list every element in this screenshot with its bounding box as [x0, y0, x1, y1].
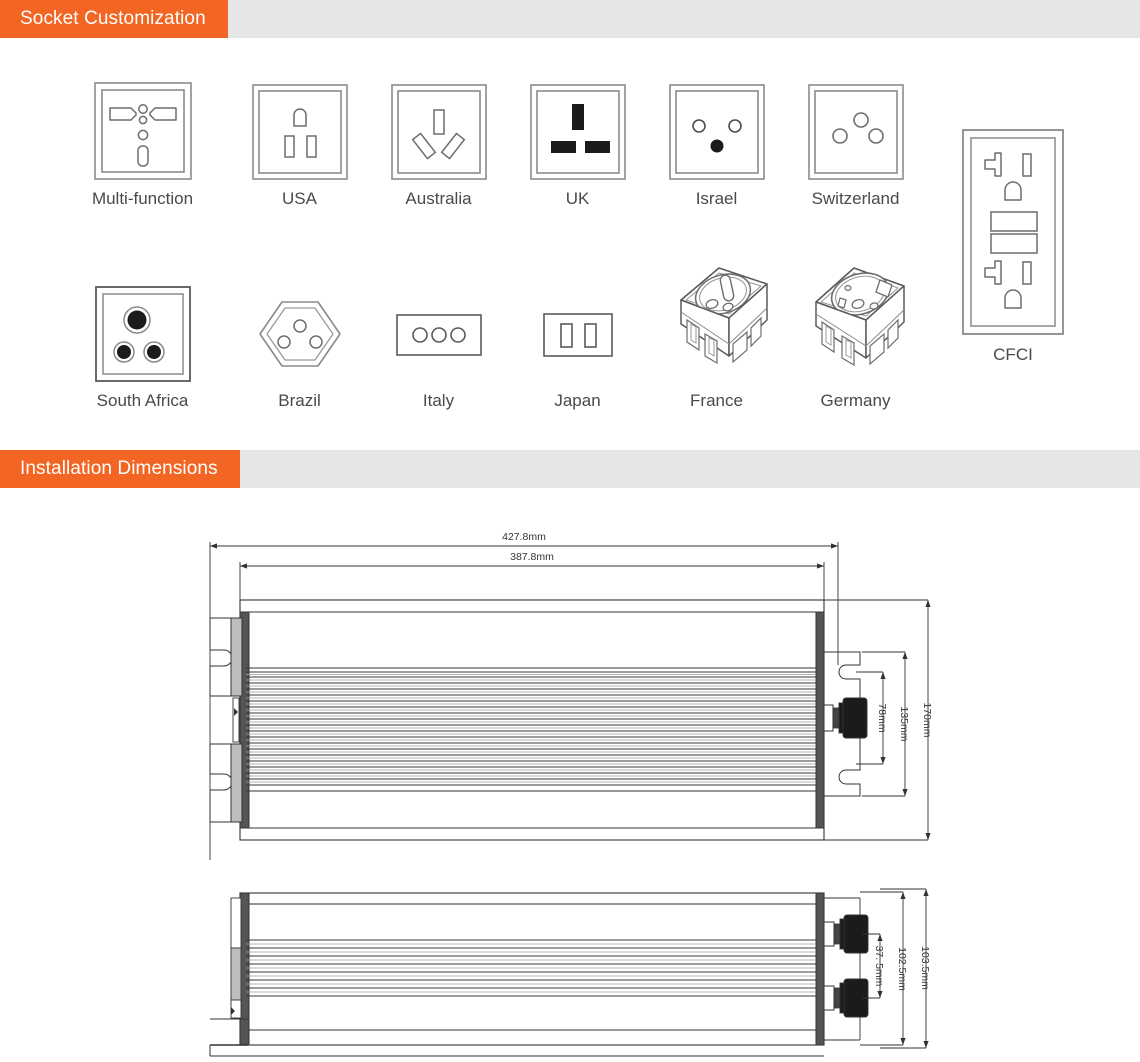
socket-germany-icon	[794, 262, 918, 382]
section-title-socket-customization: Socket Customization	[0, 0, 228, 38]
socket-australia-icon	[390, 84, 487, 180]
socket-item-cfci[interactable]: CFCI	[948, 128, 1078, 365]
socket-label: UK	[565, 189, 590, 208]
socket-row-1: Multi-function USA Australia UK Israel S…	[55, 82, 935, 209]
socket-south-africa-icon	[94, 286, 191, 382]
dim-label-bracket-height: 135mm	[898, 706, 910, 741]
dim-label-terminal-spacing-top: 78mm	[876, 703, 888, 732]
socket-label: Brazil	[278, 391, 321, 410]
dim-label-overall-depth: 103.5mm	[919, 946, 931, 990]
socket-item-australia[interactable]: Australia	[369, 84, 508, 209]
installation-dimension-drawing: 427.8mm 387.8mm 78mm 135mm 170mm 37. 5mm…	[0, 500, 1140, 1062]
socket-label: USA	[282, 189, 317, 208]
socket-item-switzerland[interactable]: Switzerland	[786, 84, 925, 209]
section-title-installation-dimensions: Installation Dimensions	[0, 450, 240, 488]
section-header-socket-customization: Socket Customization	[0, 0, 1140, 38]
dim-label-body-length: 387.8mm	[510, 551, 554, 563]
dim-label-overall-height: 170mm	[921, 702, 933, 737]
socket-label: CFCI	[993, 345, 1033, 364]
socket-label: South Africa	[96, 391, 189, 410]
socket-item-multi-function[interactable]: Multi-function	[55, 82, 230, 209]
socket-label: Israel	[695, 189, 738, 208]
socket-item-usa[interactable]: USA	[230, 84, 369, 209]
socket-item-france[interactable]: France	[647, 262, 786, 411]
dim-label-terminal-spacing-side: 37. 5mm	[873, 946, 885, 987]
socket-item-japan[interactable]: Japan	[508, 286, 647, 411]
socket-item-uk[interactable]: UK	[508, 84, 647, 209]
product-spec-page: Socket Customization Multi-function USA …	[0, 0, 1140, 1062]
socket-label: Japan	[554, 391, 601, 410]
socket-brazil-icon	[252, 286, 348, 382]
socket-item-germany[interactable]: Germany	[786, 262, 925, 411]
socket-item-italy[interactable]: Italy	[369, 286, 508, 411]
socket-item-brazil[interactable]: Brazil	[230, 286, 369, 411]
socket-japan-icon	[530, 286, 626, 382]
socket-label: Italy	[422, 391, 455, 410]
socket-item-south-africa[interactable]: South Africa	[55, 286, 230, 411]
dim-label-overall-length: 427.8mm	[502, 531, 546, 543]
socket-switzerland-icon	[807, 84, 904, 180]
socket-label: Germany	[820, 391, 891, 410]
socket-cfci-icon	[961, 128, 1065, 336]
socket-italy-icon	[391, 286, 487, 382]
socket-label: Multi-function	[91, 189, 194, 208]
dim-label-body-depth: 102.5mm	[896, 947, 908, 991]
socket-label: Australia	[405, 189, 472, 208]
socket-multifunction-icon	[93, 82, 192, 180]
socket-label: Switzerland	[811, 189, 900, 208]
socket-row-2: South Africa Brazil Italy Japan France G…	[55, 262, 935, 411]
socket-france-icon	[655, 262, 779, 382]
section-header-installation-dimensions: Installation Dimensions	[0, 450, 1140, 488]
socket-usa-icon	[251, 84, 348, 180]
socket-uk-icon	[529, 84, 626, 180]
socket-label: France	[690, 391, 743, 410]
socket-item-israel[interactable]: Israel	[647, 84, 786, 209]
socket-israel-icon	[668, 84, 765, 180]
